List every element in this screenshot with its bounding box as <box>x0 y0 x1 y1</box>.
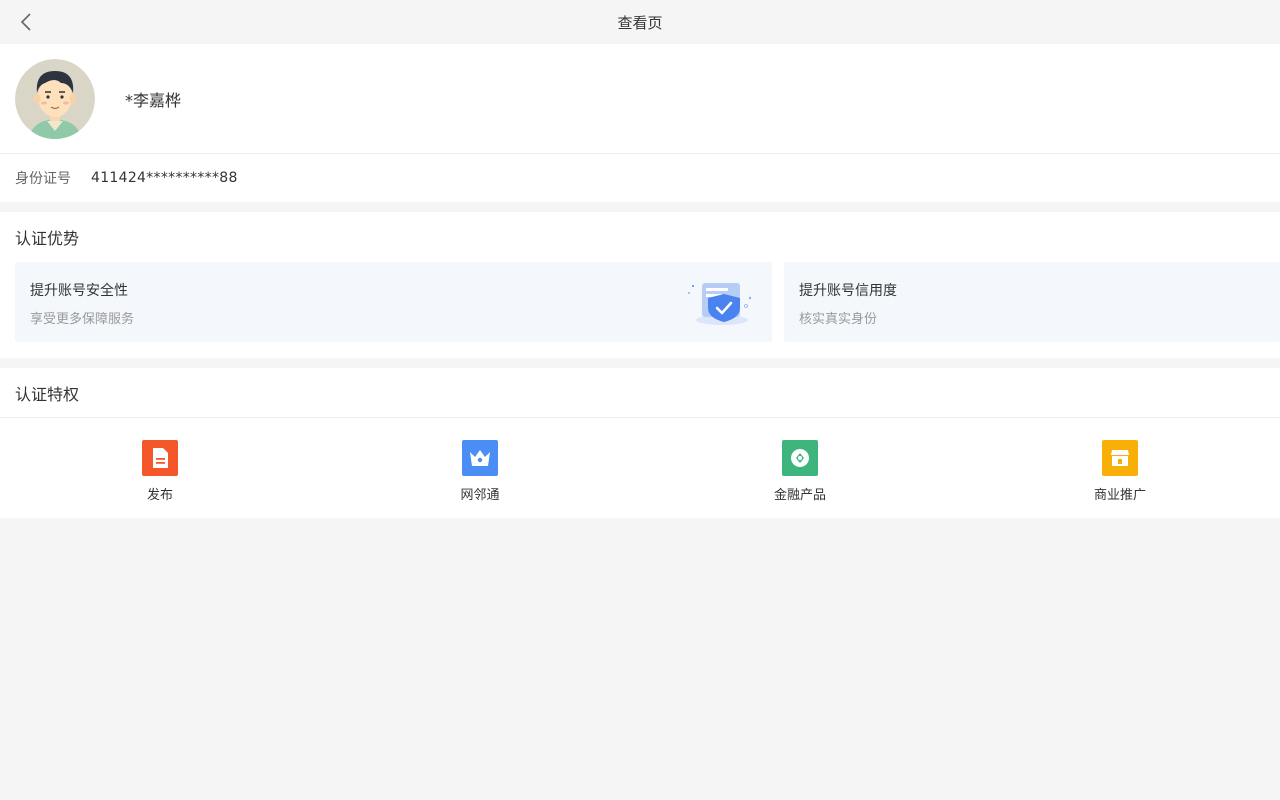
privileges-section: 认证特权 发布 网邻通 金融产品 商业推广 <box>0 368 1280 518</box>
section-gap <box>0 358 1280 368</box>
coin-icon <box>782 440 818 476</box>
advantage-card-title: 提升账号安全性 <box>30 283 128 299</box>
advantages-section: 认证优势 提升账号安全性 享受更多保障服务 提升账号信用度 核实真实身份 <box>0 212 1280 358</box>
privileges-title: 认证特权 <box>0 368 1280 418</box>
id-number-label: 身份证号 <box>15 171 71 187</box>
privilege-item-finance[interactable]: 金融产品 <box>640 418 960 518</box>
user-avatar-icon <box>15 58 95 139</box>
back-button[interactable] <box>14 10 38 34</box>
shop-icon <box>1102 440 1138 476</box>
advantage-card-subtitle: 核实真实身份 <box>799 312 878 327</box>
top-bar: 查看页 <box>0 0 1280 44</box>
shield-check-icon <box>688 283 752 325</box>
chevron-left-icon <box>20 13 31 31</box>
privilege-label: 金融产品 <box>773 488 826 503</box>
privilege-label: 网邻通 <box>460 488 500 503</box>
section-gap <box>0 202 1280 212</box>
crown-icon <box>462 440 498 476</box>
advantages-title: 认证优势 <box>15 229 80 248</box>
id-number-value: 411424**********88 <box>91 170 238 186</box>
page-title: 查看页 <box>617 13 663 32</box>
privilege-item-publish[interactable]: 发布 <box>0 418 320 518</box>
privilege-label: 商业推广 <box>1093 488 1146 503</box>
advantage-card-title: 提升账号信用度 <box>799 283 897 299</box>
user-name: *李嘉桦 <box>125 90 182 110</box>
advantage-card-credibility: 提升账号信用度 核实真实身份 <box>784 262 1280 342</box>
profile-section: *李嘉桦 <box>0 44 1280 154</box>
privilege-item-promotion[interactable]: 商业推广 <box>960 418 1280 518</box>
privilege-label: 发布 <box>146 488 173 503</box>
advantage-card-subtitle: 享受更多保障服务 <box>30 312 135 327</box>
document-icon <box>142 440 178 476</box>
advantage-card-security: 提升账号安全性 享受更多保障服务 <box>15 262 772 342</box>
avatar <box>15 58 95 139</box>
privilege-item-wanglintong[interactable]: 网邻通 <box>320 418 640 518</box>
id-number-row: 身份证号 411424**********88 <box>0 154 1280 202</box>
